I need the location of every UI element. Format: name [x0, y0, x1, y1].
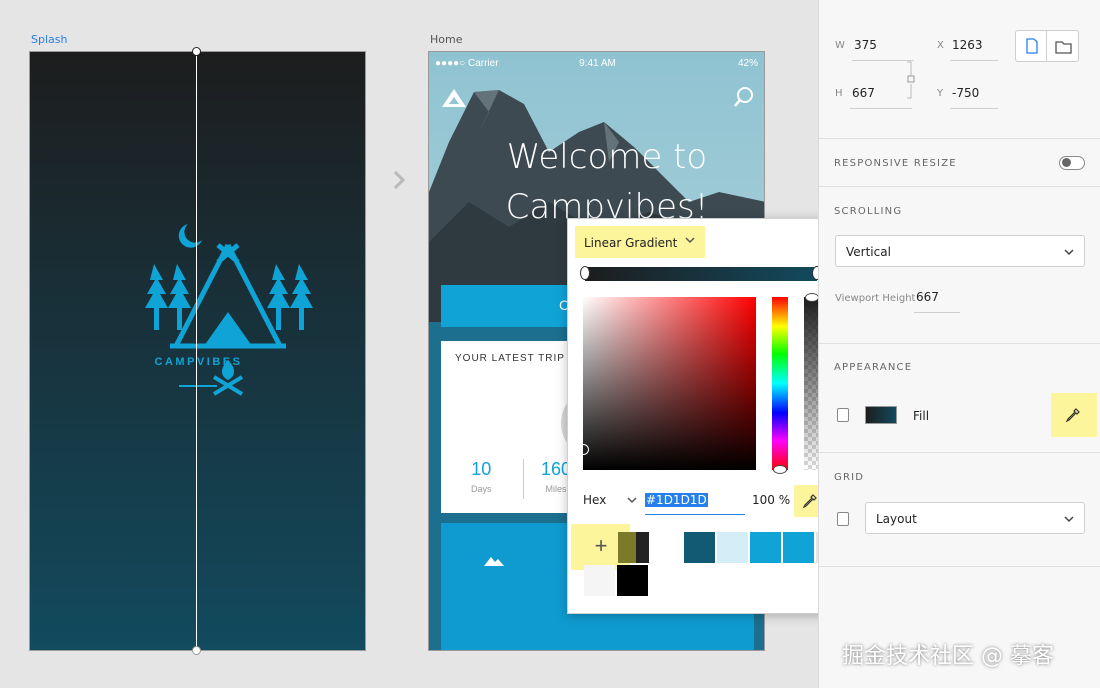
width-underline [852, 60, 914, 61]
artboard-label-home[interactable]: Home [430, 33, 462, 46]
section-divider [819, 343, 1100, 344]
trip-card-title: YOUR LATEST TRIP [455, 353, 565, 364]
scrolling-title: SCROLLING [834, 206, 903, 217]
x-underline [950, 60, 998, 61]
width-input[interactable]: 375 [854, 38, 877, 52]
fill-label: Fill [913, 409, 930, 423]
design-canvas[interactable]: Splash Home CAMPVIBES ●●●●○ Carrier 9:41… [0, 0, 847, 688]
brand-underline [179, 385, 217, 387]
chevron-down-icon [1064, 516, 1074, 523]
grid-type-value: Layout [876, 512, 917, 526]
search-icon[interactable] [733, 86, 755, 108]
y-label: Y [937, 88, 944, 99]
trip-days-value: 10 [471, 459, 492, 479]
color-picker-popover[interactable]: Linear Gradient Hex #1D1D1D 100 % + [567, 218, 847, 614]
splash-brand-name: CAMPVIBES [154, 356, 243, 368]
mountain-icon [484, 557, 504, 566]
opacity-input[interactable]: 100 % [752, 493, 790, 507]
fill-checkbox[interactable] [837, 408, 849, 422]
artboard-label-splash[interactable]: Splash [31, 33, 67, 46]
fill-eyedropper-button[interactable] [1051, 393, 1097, 437]
gradient-stop-start[interactable] [580, 266, 590, 280]
y-underline [950, 108, 998, 109]
alpha-handle[interactable] [805, 293, 819, 302]
stat-divider [523, 459, 524, 499]
color-mode-dropdown[interactable]: Hex [583, 493, 606, 507]
responsive-resize-title: RESPONSIVE RESIZE [834, 158, 957, 169]
height-underline [850, 108, 912, 109]
color-swatch[interactable] [783, 532, 814, 563]
guide-handle-top[interactable] [192, 47, 201, 56]
campvibes-logo-icon [145, 224, 313, 396]
scrolling-dropdown[interactable]: Vertical [835, 235, 1085, 267]
x-input[interactable]: 1263 [952, 38, 983, 52]
responsive-resize-toggle[interactable] [1059, 156, 1085, 170]
property-inspector: W 375 X 1263 H 667 Y -750 RESPONSIVE RES… [818, 0, 1100, 688]
y-input[interactable]: -750 [952, 86, 979, 100]
watermark: 掘金技术社区 @ 摹客 [842, 644, 1054, 669]
section-divider [819, 186, 1100, 187]
artboard-splash[interactable]: CAMPVIBES [29, 51, 366, 651]
folder-icon [1055, 41, 1072, 54]
trip-days-unit: Days [471, 484, 492, 494]
grid-checkbox[interactable] [837, 512, 849, 526]
hex-value: #1D1D1D [645, 493, 708, 507]
viewport-height-input[interactable]: 667 [916, 290, 939, 304]
toggle-knob [1062, 158, 1071, 167]
plus-icon: + [594, 533, 608, 558]
welcome-heading: Welcome to Campvibes! [505, 137, 709, 227]
color-cursor[interactable] [578, 444, 589, 455]
color-swatch[interactable] [750, 532, 781, 563]
trip-stat-days: 10 Days [471, 459, 492, 494]
status-battery: 42% [737, 58, 758, 69]
hex-input[interactable]: #1D1D1D [645, 489, 745, 515]
color-swatch[interactable] [717, 532, 748, 563]
hue-slider[interactable] [772, 297, 788, 474]
fill-type-label: Linear Gradient [584, 236, 678, 250]
grid-title: GRID [834, 472, 865, 483]
section-divider [819, 566, 1100, 567]
page-icon [1026, 38, 1038, 54]
fill-color-swatch[interactable] [865, 406, 897, 424]
grid-type-dropdown[interactable]: Layout [865, 502, 1085, 534]
status-time: 9:41 AM [579, 58, 616, 69]
folder-button[interactable] [1048, 31, 1079, 61]
lock-aspect-icon[interactable] [906, 60, 916, 100]
viewport-height-label: Viewport Height [835, 293, 916, 304]
color-swatch[interactable] [584, 565, 615, 596]
chevron-down-icon[interactable] [627, 495, 637, 505]
tent-logo-icon [442, 89, 466, 107]
scrolling-value: Vertical [846, 245, 891, 259]
chevron-down-icon [1064, 249, 1074, 256]
color-swatch[interactable] [684, 532, 715, 563]
x-label: X [937, 40, 944, 51]
color-swatch[interactable] [636, 532, 649, 563]
viewport-underline [914, 312, 960, 313]
height-input[interactable]: 667 [852, 86, 875, 100]
chevron-right-icon [393, 170, 406, 190]
saturation-value-area[interactable] [578, 297, 756, 470]
color-swatch[interactable] [618, 532, 636, 563]
vertical-guide-line[interactable] [196, 52, 197, 650]
appearance-title: APPEARANCE [834, 362, 913, 373]
section-divider [819, 452, 1100, 453]
color-swatch[interactable] [617, 565, 648, 596]
width-label: W [835, 40, 845, 51]
gradient-bar[interactable] [580, 266, 822, 281]
height-label: H [835, 88, 843, 99]
chevron-down-icon [685, 237, 695, 244]
eyedropper-icon [802, 494, 817, 509]
guide-handle-bottom[interactable] [192, 646, 201, 655]
hue-handle[interactable] [773, 465, 787, 474]
section-divider [819, 138, 1100, 139]
ios-status-bar: ●●●●○ Carrier 9:41 AM 42% [429, 52, 764, 74]
eyedropper-icon [1065, 408, 1080, 423]
page-button[interactable] [1016, 31, 1047, 61]
artboard-type-toggle[interactable] [1015, 30, 1079, 62]
fill-type-dropdown[interactable]: Linear Gradient [575, 226, 705, 258]
